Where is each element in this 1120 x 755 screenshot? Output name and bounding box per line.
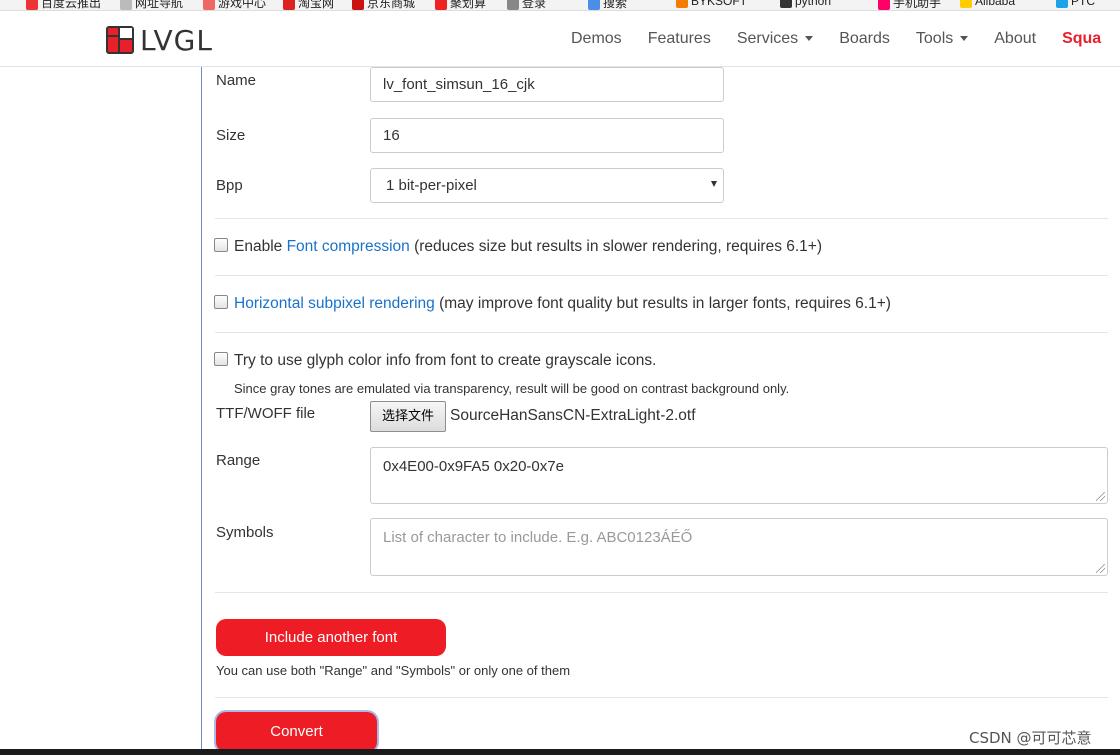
name-input[interactable]: lv_font_simsun_16_cjk	[370, 67, 724, 102]
size-label: Size	[216, 127, 246, 144]
watermark-text: CSDN @可可芯意	[969, 729, 1092, 747]
bpp-label: Bpp	[216, 177, 243, 194]
bookmark-item[interactable]: 网址导航	[120, 0, 183, 10]
nav-features[interactable]: Features	[635, 30, 724, 48]
subpixel-checkbox[interactable]	[214, 295, 228, 309]
resize-grip-icon[interactable]	[1096, 564, 1105, 573]
range-label: Range	[216, 452, 261, 469]
nav-tools[interactable]: Tools	[903, 30, 981, 48]
grayscale-help-text: Since gray tones are emulated via transp…	[234, 381, 790, 396]
nav-squareline[interactable]: Squa	[1049, 30, 1114, 48]
resize-grip-icon[interactable]	[1096, 492, 1105, 501]
bookmark-item[interactable]: Alibaba	[960, 0, 1015, 8]
nav-about[interactable]: About	[981, 30, 1049, 48]
selected-file-name: SourceHanSansCN-ExtraLight-2.otf	[450, 407, 696, 424]
nav-boards[interactable]: Boards	[826, 30, 903, 48]
top-navbar: LVGL Demos Features Services Boards Tool…	[0, 11, 1120, 67]
bookmark-item[interactable]: BYKSOFT	[676, 0, 747, 8]
include-help-text: You can use both "Range" and "Symbols" o…	[216, 663, 571, 678]
range-textarea[interactable]: 0x4E00-0x9FA5 0x20-0x7e	[370, 447, 1108, 504]
symbols-textarea[interactable]: List of character to include. E.g. ABC01…	[370, 518, 1108, 576]
bookmark-item[interactable]: 游戏中心	[203, 0, 266, 10]
name-label: Name	[216, 72, 257, 89]
convert-button[interactable]: Convert	[216, 712, 377, 752]
bookmarks-bar: 百度云推出 网址导航 游戏中心 淘宝网 京东商城 聚划算 登录 搜索 BYKSO…	[0, 0, 1120, 11]
nav-services[interactable]: Services	[724, 30, 826, 48]
file-label: TTF/WOFF file	[216, 405, 316, 422]
main-nav: Demos Features Services Boards Tools Abo…	[558, 11, 1114, 67]
divider	[215, 697, 1108, 698]
divider	[215, 332, 1108, 333]
bookmark-item[interactable]: python	[780, 0, 831, 8]
dropdown-arrow-icon	[711, 181, 717, 187]
bookmark-item[interactable]: 手机助手	[878, 0, 941, 10]
bookmark-item[interactable]: 登录	[507, 0, 546, 10]
bookmark-item[interactable]: 搜索	[588, 0, 627, 10]
font-converter-form: Name lv_font_simsun_16_cjk Size 16 Bpp 1…	[201, 67, 1120, 755]
divider	[215, 218, 1108, 219]
subpixel-rendering-link[interactable]: Horizontal subpixel rendering	[234, 295, 435, 312]
caret-down-icon	[805, 36, 814, 42]
size-input[interactable]: 16	[370, 118, 724, 153]
bookmark-item[interactable]: 淘宝网	[283, 0, 334, 10]
include-another-font-button[interactable]: Include another font	[216, 619, 446, 656]
compression-option: Enable Font compression (reduces size bu…	[214, 238, 822, 256]
taskbar-edge	[0, 749, 1120, 755]
symbols-label: Symbols	[216, 524, 274, 541]
grayscale-option: Try to use glyph color info from font to…	[214, 352, 656, 370]
bookmark-item[interactable]: 京东商城	[352, 0, 415, 10]
choose-file-button[interactable]: 选择文件	[370, 401, 446, 432]
grayscale-checkbox[interactable]	[214, 352, 228, 366]
brand-name: LVGL	[140, 23, 213, 57]
font-compression-link[interactable]: Font compression	[287, 238, 410, 255]
subpixel-option: Horizontal subpixel rendering (may impro…	[214, 295, 891, 313]
brand-logo-link[interactable]: LVGL	[106, 23, 213, 57]
bookmark-item[interactable]: 百度云推出	[26, 0, 101, 10]
caret-down-icon	[960, 36, 969, 42]
bookmark-item[interactable]: 聚划算	[435, 0, 486, 10]
divider	[215, 592, 1108, 593]
divider	[215, 275, 1108, 276]
lvgl-logo-icon	[106, 26, 134, 54]
compression-checkbox[interactable]	[214, 238, 228, 252]
bookmark-item[interactable]: PTC	[1056, 0, 1095, 8]
bpp-select[interactable]: 1 bit-per-pixel	[370, 168, 724, 203]
nav-demos[interactable]: Demos	[558, 30, 635, 48]
